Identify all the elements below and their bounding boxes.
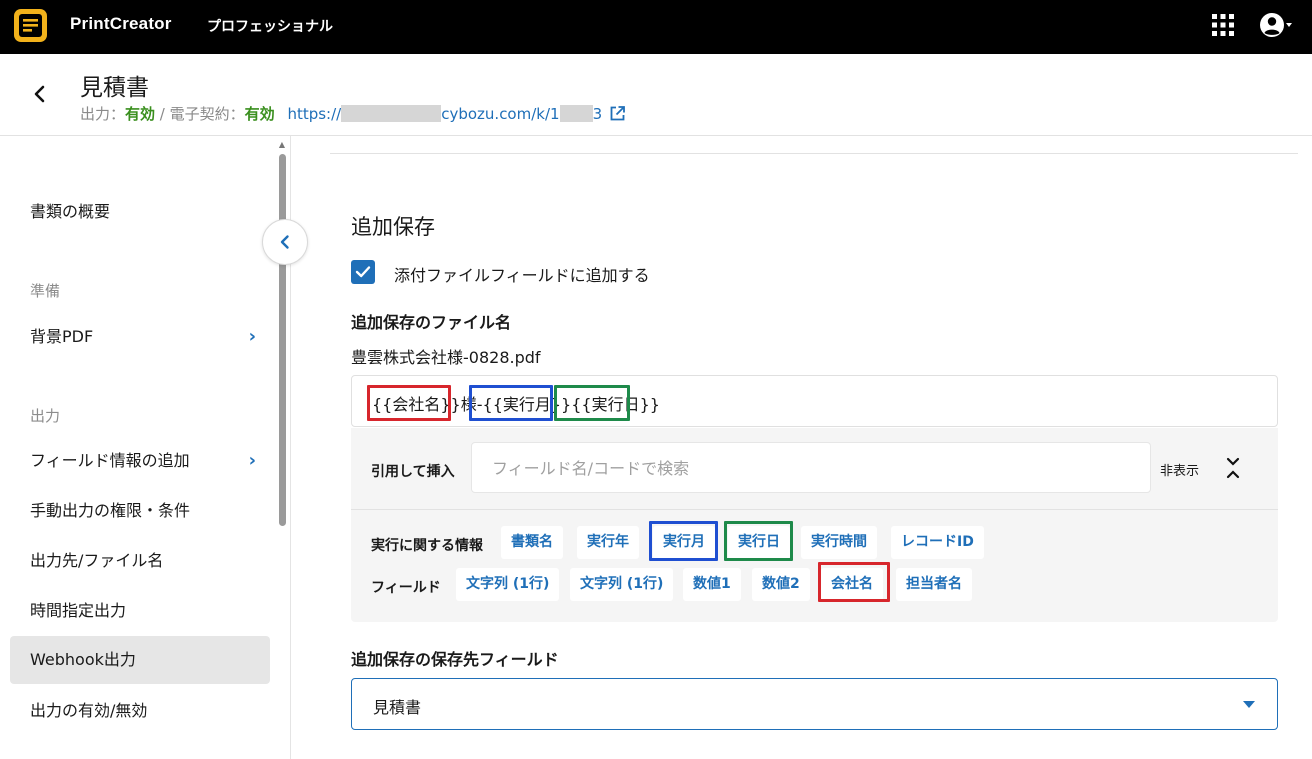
account-icon[interactable]: [1258, 10, 1292, 40]
highlight-box-green: [554, 385, 630, 421]
status-separator: /: [155, 105, 170, 123]
section-title: 追加保存: [351, 215, 435, 239]
caret-down-icon: [1243, 701, 1255, 708]
highlight-box-green: [724, 521, 793, 561]
insert-label: 引用して挿入: [371, 464, 455, 480]
chip-field-person[interactable]: 担当者名: [896, 568, 972, 601]
sidebar-item-label: フィールド情報の追加: [30, 451, 190, 470]
field-row-label: フィールド: [371, 580, 441, 596]
highlight-box-blue: [649, 521, 718, 561]
divider: [330, 153, 1298, 154]
url-suffix: 3: [592, 105, 603, 123]
chevron-right-icon: ›: [248, 326, 256, 347]
sidebar-item-enable-disable[interactable]: 出力の有効/無効: [10, 687, 270, 735]
attach-file-checkbox[interactable]: [351, 260, 375, 284]
field-search-input[interactable]: フィールド名/コードで検索: [471, 442, 1151, 493]
sidebar-scrollbar-thumb[interactable]: [279, 154, 286, 526]
collapse-toggle-icon[interactable]: [1221, 454, 1245, 482]
app-name: PrintCreator: [70, 14, 172, 33]
sidebar-item-overview[interactable]: 書類の概要: [10, 188, 270, 236]
sidebar-item-webhook[interactable]: Webhook出力: [10, 636, 270, 684]
destination-field-label: 追加保存の保存先フィールド: [351, 650, 559, 669]
chip-record-id[interactable]: レコードID: [891, 526, 984, 559]
edition-label: プロフェッショナル: [207, 19, 333, 35]
output-status-value: 有効: [125, 105, 156, 123]
hide-picker-button[interactable]: 非表示: [1160, 460, 1199, 479]
scroll-up-arrow-icon[interactable]: ▲: [276, 140, 288, 150]
chip-field-string-2[interactable]: 文字列 (1行): [570, 568, 674, 601]
top-bar: PrintCreator プロフェッショナル: [0, 0, 1312, 54]
sidebar-item-background-pdf[interactable]: 背景PDF ›: [10, 313, 270, 361]
sidebar-item-destination[interactable]: 出力先/ファイル名: [10, 537, 270, 585]
page-header: 見積書 出力：有効 / 電子契約：有効 https://cybozu.com/k…: [0, 54, 1312, 136]
chip-field-number-2[interactable]: 数値2: [752, 568, 810, 601]
chip-document-name[interactable]: 書類名: [501, 526, 563, 559]
redacted-subdomain: [341, 105, 442, 122]
sidebar-nav: 書類の概要 準備 背景PDF › 出力 フィールド情報の追加 › 手動出力の権限…: [0, 136, 291, 759]
filename-template-input[interactable]: {{会社名}}様-{{実行月}}{{実行日}}: [351, 375, 1278, 427]
checkmark-icon: [355, 266, 371, 278]
sidebar-section-output: 出力: [30, 407, 61, 425]
chevron-right-icon: ›: [248, 450, 256, 471]
output-status-label: 出力：: [80, 105, 126, 123]
field-picker-panel: 引用して挿入 フィールド名/コードで検索 非表示 実行に関する情報 書類名 実行…: [351, 428, 1278, 622]
highlight-box-blue: [469, 385, 553, 421]
filename-preview: 豊雲株式会社様-0828.pdf: [351, 348, 541, 367]
status-line: 出力：有効 / 電子契約：有効 https://cybozu.com/k/1 3: [80, 103, 626, 124]
exec-info-label: 実行に関する情報: [371, 538, 483, 554]
highlight-box-red: [818, 562, 890, 602]
sidebar-item-scheduled-output[interactable]: 時間指定出力: [10, 587, 270, 635]
url-prefix: https://: [287, 105, 342, 123]
sidebar-item-field-info[interactable]: フィールド情報の追加 ›: [10, 437, 270, 485]
chip-field-string-1[interactable]: 文字列 (1行): [456, 568, 560, 601]
chip-field-number-1[interactable]: 数値1: [683, 568, 741, 601]
printcreator-logo-icon: [14, 9, 47, 42]
external-link-icon[interactable]: [609, 105, 626, 122]
destination-field-select[interactable]: 見積書: [351, 678, 1278, 730]
page-title: 見積書: [80, 75, 149, 101]
sidebar-section-prep: 準備: [30, 282, 61, 300]
app-url-link[interactable]: https:// cybozu.com/k/1 3: [287, 105, 602, 123]
chip-exec-time[interactable]: 実行時間: [801, 526, 877, 559]
select-value: 見積書: [373, 698, 422, 717]
back-arrow-icon[interactable]: [26, 80, 54, 108]
sidebar-item-manual-output[interactable]: 手動出力の権限・条件: [10, 487, 270, 535]
main-content: 追加保存 添付ファイルフィールドに追加する 追加保存のファイル名 豊雲株式会社様…: [291, 136, 1312, 759]
url-middle: cybozu.com/k/1: [441, 105, 560, 123]
filename-label: 追加保存のファイル名: [351, 313, 512, 332]
contract-status-value: 有効: [244, 105, 275, 123]
highlight-box-red: [367, 385, 451, 421]
chevron-left-icon: [280, 235, 289, 249]
sidebar-item-label: 背景PDF: [30, 327, 94, 346]
chip-exec-year[interactable]: 実行年: [577, 526, 639, 559]
divider: [351, 509, 1278, 510]
redacted-app-id: [559, 105, 593, 122]
contract-status-label: 電子契約：: [169, 105, 245, 123]
checkbox-label[interactable]: 添付ファイルフィールドに追加する: [394, 262, 650, 286]
apps-grid-icon[interactable]: [1212, 14, 1234, 36]
